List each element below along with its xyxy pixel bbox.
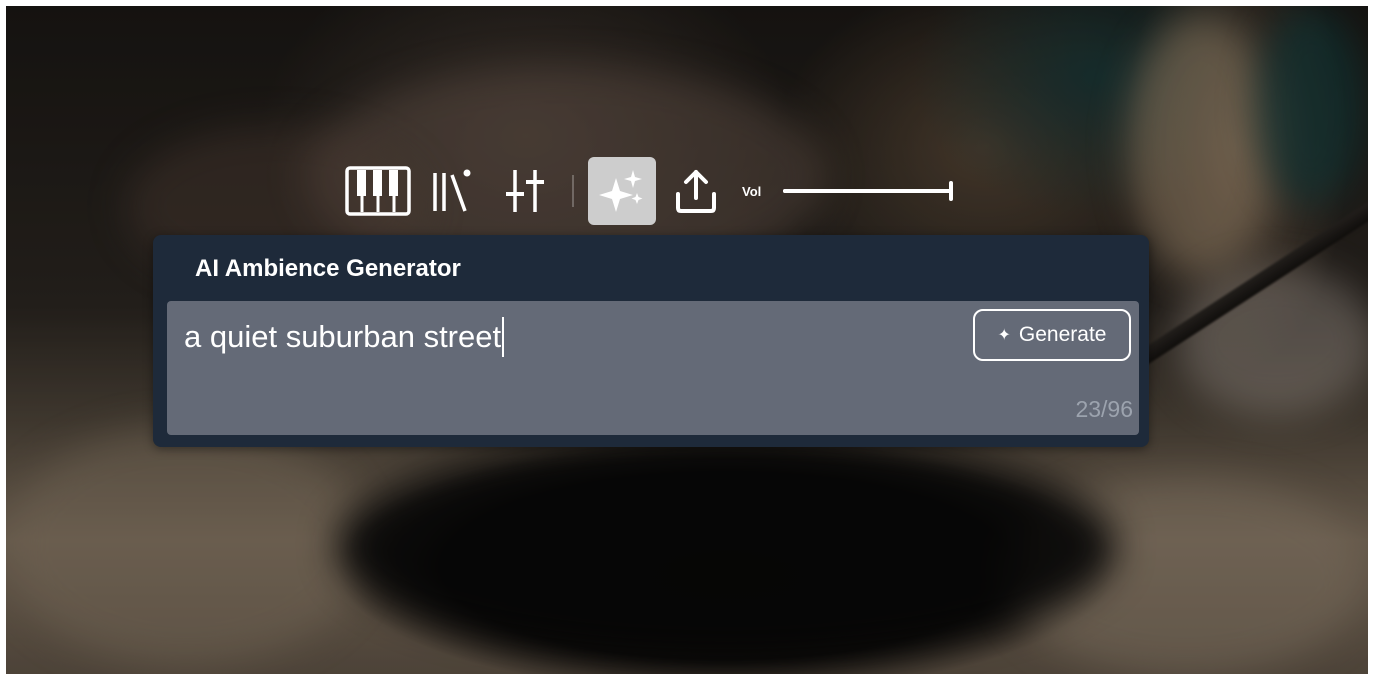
ai-generator-button[interactable] <box>588 157 656 225</box>
volume-slider[interactable] <box>783 181 954 201</box>
volume-label: Vol <box>742 183 762 199</box>
library-icon <box>433 169 471 212</box>
volume-fill <box>783 189 954 193</box>
sliders-icon <box>506 170 544 212</box>
ai-ambience-panel: AI Ambience Generator a quiet suburban s… <box>153 235 1149 447</box>
sparkle-icon <box>599 170 643 212</box>
sparkle-small-icon: ✦ <box>997 327 1011 344</box>
toolbar: Vol <box>344 156 954 226</box>
text-caret <box>502 317 505 357</box>
toolbar-divider <box>572 175 574 207</box>
prompt-input[interactable]: a quiet suburban street ✦ Generate 23/96 <box>167 301 1139 435</box>
library-button[interactable] <box>418 157 486 225</box>
export-button[interactable] <box>662 157 730 225</box>
piano-keys-button[interactable] <box>344 157 412 225</box>
character-counter: 23/96 <box>1075 396 1133 422</box>
generate-label: Generate <box>1018 323 1107 346</box>
share-upload-icon <box>676 170 716 213</box>
volume-thumb[interactable] <box>949 181 954 201</box>
panel-title: AI Ambience Generator <box>195 255 461 282</box>
prompt-value: a quiet suburban street <box>184 319 502 354</box>
mixer-button[interactable] <box>492 157 560 225</box>
generate-button[interactable]: ✦ Generate <box>973 309 1131 361</box>
prompt-text-wrap: a quiet suburban street <box>184 317 505 357</box>
piano-keys-icon <box>345 166 411 216</box>
